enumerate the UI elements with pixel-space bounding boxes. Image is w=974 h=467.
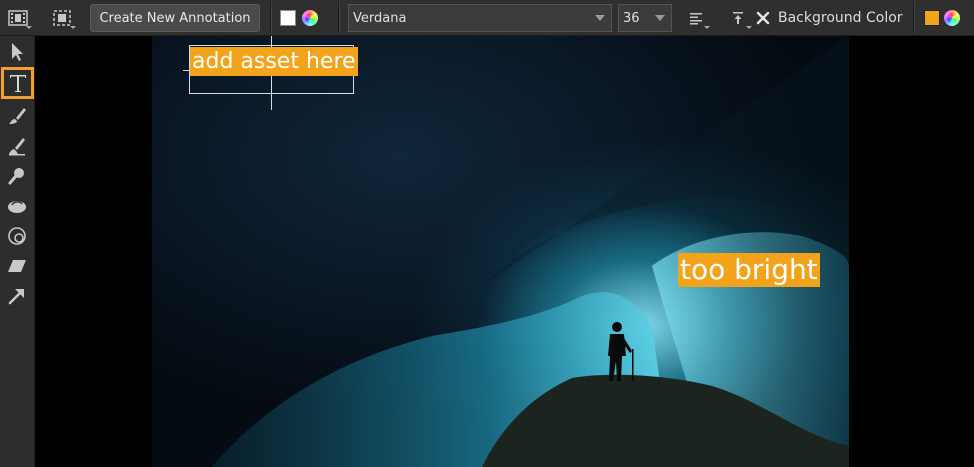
frame-select-icon[interactable]	[48, 4, 76, 32]
smudge-tool[interactable]	[3, 192, 31, 220]
smudge-icon	[8, 201, 26, 213]
frame-select-glyph	[53, 10, 71, 26]
text-tool[interactable]	[1, 67, 34, 99]
brush-icon	[9, 108, 26, 124]
font-size-select[interactable]: 36	[618, 4, 672, 32]
create-annotation-button[interactable]: Create New Annotation	[90, 4, 260, 32]
select-arrow-tool[interactable]	[3, 38, 31, 66]
film-strip-icon[interactable]	[4, 4, 32, 32]
paint-tool[interactable]	[3, 132, 31, 160]
font-family-value: Verdana	[353, 10, 407, 26]
color-wheel-icon[interactable]	[302, 10, 318, 26]
annotation-label[interactable]: add asset here	[190, 47, 358, 76]
align-top-glyph	[733, 12, 743, 24]
diagonal-arrow-icon	[8, 289, 24, 305]
paintbrush-line-icon	[9, 138, 25, 156]
magnifier-icon	[8, 168, 24, 185]
background-color-label: Background Color	[778, 10, 903, 26]
background-color-group	[924, 4, 970, 32]
clone-circles-icon	[8, 227, 26, 245]
color-wheel-icon[interactable]	[944, 10, 960, 26]
ice-cave-photo	[152, 36, 849, 467]
cursor-arrow-icon	[12, 43, 23, 61]
clone-tool[interactable]	[3, 222, 31, 250]
text-color-swatch[interactable]	[280, 10, 296, 26]
magnify-tool[interactable]	[3, 162, 31, 190]
annotation-toolbar: Create New Annotation Verdana 36 Backgro…	[0, 0, 974, 36]
arrow-draw-tool[interactable]	[3, 282, 31, 310]
eraser-tool[interactable]	[3, 252, 31, 280]
checkmark-x-icon	[756, 11, 770, 25]
toolbar-separator	[913, 2, 915, 34]
chevron-down-icon	[649, 5, 671, 31]
chevron-down-icon	[589, 5, 611, 31]
image-canvas[interactable]: add asset here too bright	[35, 36, 974, 467]
font-family-select[interactable]: Verdana	[348, 4, 612, 32]
text-t-icon	[9, 75, 26, 92]
brush-tool[interactable]	[3, 102, 31, 130]
ice-cave-illustration	[212, 36, 849, 467]
toolbar-separator	[270, 2, 272, 34]
toolbar-separator	[338, 2, 340, 34]
background-color-toggle[interactable]: Background Color	[756, 4, 906, 32]
annotation-label[interactable]: too bright	[678, 253, 820, 287]
font-size-value: 36	[623, 10, 640, 26]
background-color-swatch[interactable]	[924, 10, 940, 26]
film-strip-glyph	[8, 10, 28, 26]
vertical-align-top-icon[interactable]	[724, 4, 752, 32]
text-color-group	[280, 4, 330, 32]
align-lines-glyph	[690, 13, 702, 25]
tool-sidebar	[0, 36, 35, 467]
text-align-icon[interactable]	[682, 4, 710, 32]
eraser-icon	[8, 260, 26, 272]
